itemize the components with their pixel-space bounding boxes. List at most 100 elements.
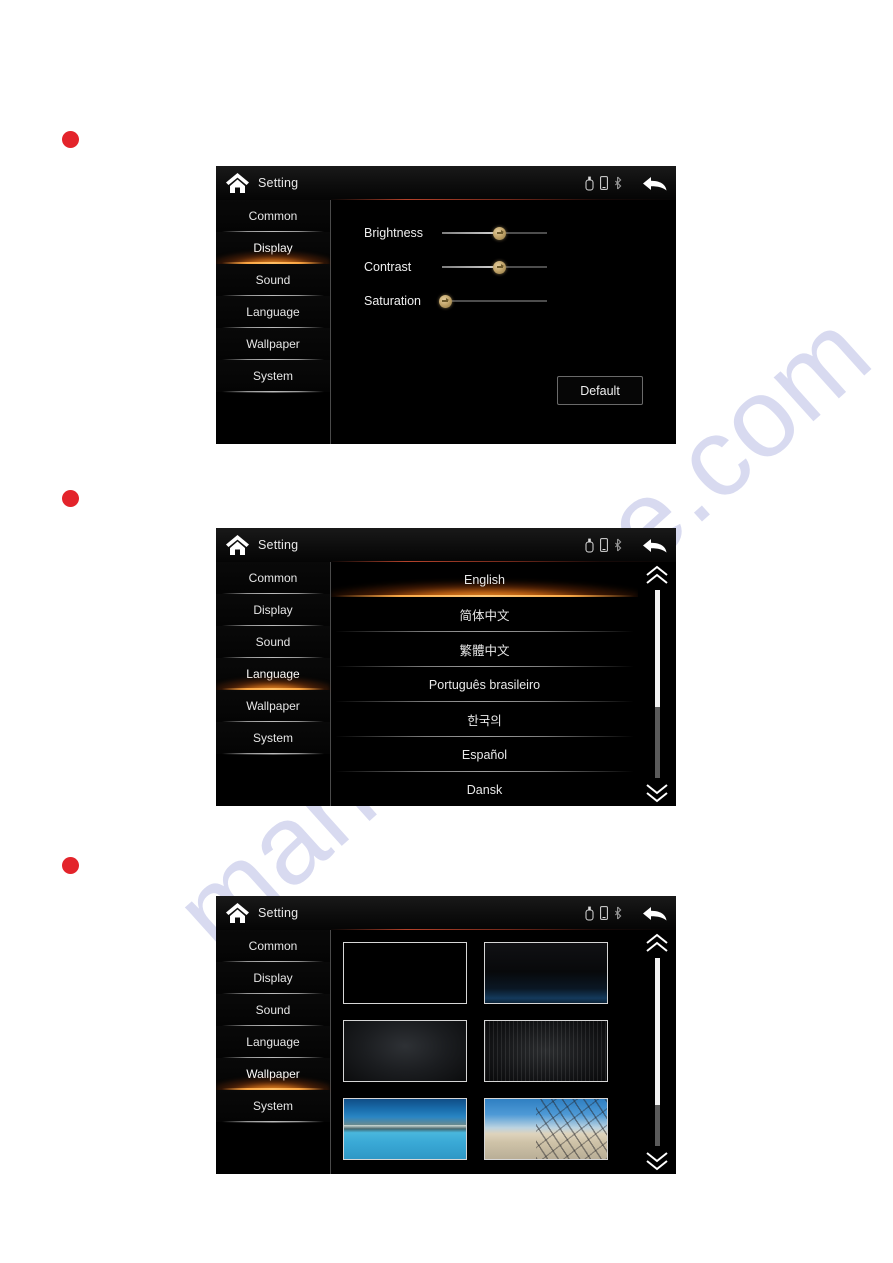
chevron-down-icon[interactable] [645, 1149, 669, 1171]
language-item-korean[interactable]: 한국의 [331, 702, 638, 737]
brightness-slider-row: Brightness [331, 216, 676, 250]
language-item-english[interactable]: English [331, 562, 638, 597]
sidebar-item-display[interactable]: Display [216, 594, 330, 626]
display-settings-content: Brightness Contrast Saturation Default [331, 200, 676, 444]
slider-fill [442, 266, 500, 268]
sidebar-item-common[interactable]: Common [216, 562, 330, 594]
language-item-portuguese[interactable]: Português brasileiro [331, 667, 638, 702]
sidebar-item-language[interactable]: Language [216, 1026, 330, 1058]
sidebar-item-label: Wallpaper [246, 699, 300, 713]
sidebar-item-label: System [252, 731, 293, 745]
settings-sidebar: Common Display Sound Language Wallpaper … [216, 200, 331, 444]
wallpaper-grid-wrap [331, 930, 676, 1174]
device-screen-wallpaper: Setting Common Display Sound Language Wa… [216, 896, 676, 1174]
page-title: Setting [258, 906, 299, 920]
sidebar-item-wallpaper[interactable]: Wallpaper [216, 690, 330, 722]
sd-card-icon [600, 176, 608, 190]
screen-body: Common Display Sound Language Wallpaper … [216, 200, 676, 444]
scrollbar-thumb[interactable] [655, 706, 660, 778]
language-label: 简体中文 [459, 609, 510, 623]
sidebar-item-label: Language [246, 305, 300, 319]
page-title: Setting [258, 538, 299, 552]
vertical-scrollbar[interactable] [655, 958, 660, 1146]
sidebar-item-common[interactable]: Common [216, 930, 330, 962]
sd-card-icon [600, 906, 608, 920]
wallpaper-thumbnail[interactable] [484, 942, 608, 1004]
saturation-slider-row: Saturation [331, 284, 676, 318]
list-bullet [62, 490, 79, 507]
language-settings-content: English 简体中文 繁體中文 Português brasileiro 한… [331, 562, 676, 806]
usb-icon [585, 906, 594, 921]
sidebar-item-sound[interactable]: Sound [216, 626, 330, 658]
wallpaper-settings-content [331, 930, 676, 1174]
sidebar-item-system[interactable]: System [216, 722, 330, 754]
language-label: 한국의 [467, 714, 502, 728]
wallpaper-thumbnail[interactable] [343, 1020, 467, 1082]
brightness-slider[interactable] [442, 224, 547, 242]
bluetooth-icon [614, 906, 622, 920]
home-icon[interactable] [225, 172, 250, 194]
wallpaper-thumbnail[interactable] [484, 1098, 608, 1160]
slider-thumb[interactable] [493, 260, 507, 274]
wallpaper-grid[interactable] [331, 930, 638, 1174]
chevron-up-icon[interactable] [645, 565, 669, 587]
home-icon[interactable] [225, 902, 250, 924]
sidebar-item-language[interactable]: Language [216, 296, 330, 328]
sidebar-item-label: Display [253, 603, 293, 617]
sidebar-divider [222, 1122, 324, 1123]
list-bullet [62, 857, 79, 874]
sidebar-item-common[interactable]: Common [216, 200, 330, 232]
sidebar-item-label: Language [246, 1035, 300, 1049]
wallpaper-thumbnail[interactable] [484, 1020, 608, 1082]
brightness-label: Brightness [364, 226, 424, 240]
back-arrow-icon[interactable] [640, 174, 668, 193]
sidebar-item-label: Sound [255, 1003, 291, 1017]
language-item-simplified-chinese[interactable]: 简体中文 [331, 597, 638, 632]
settings-sidebar: Common Display Sound Language Wallpaper … [216, 562, 331, 806]
sidebar-item-language[interactable]: Language [216, 658, 330, 690]
saturation-slider[interactable] [438, 292, 547, 310]
sidebar-item-label: Wallpaper [246, 1067, 300, 1081]
language-item-danish[interactable]: Dansk [331, 772, 638, 806]
back-arrow-icon[interactable] [640, 536, 668, 555]
home-icon[interactable] [225, 534, 250, 556]
status-icon-group [585, 906, 622, 921]
sidebar-item-label: Display [253, 241, 293, 255]
sidebar-item-display[interactable]: Display [216, 962, 330, 994]
status-icon-group [585, 538, 622, 553]
contrast-slider[interactable] [442, 258, 547, 276]
sidebar-item-sound[interactable]: Sound [216, 994, 330, 1026]
sidebar-item-system[interactable]: System [216, 1090, 330, 1122]
sidebar-item-label: System [252, 1099, 293, 1113]
list-bullet [62, 131, 79, 148]
title-bar: Setting [216, 166, 676, 201]
slider-group: Brightness Contrast Saturation [331, 200, 676, 318]
slider-thumb[interactable] [438, 294, 452, 308]
bluetooth-icon [614, 176, 622, 190]
sidebar-item-label: Language [246, 667, 300, 681]
language-item-traditional-chinese[interactable]: 繁體中文 [331, 632, 638, 667]
sidebar-item-label: Display [253, 971, 293, 985]
sd-card-icon [600, 538, 608, 552]
language-item-spanish[interactable]: Español [331, 737, 638, 772]
sidebar-item-wallpaper[interactable]: Wallpaper [216, 1058, 330, 1090]
vertical-scrollbar[interactable] [655, 590, 660, 778]
back-arrow-icon[interactable] [640, 904, 668, 923]
sidebar-item-sound[interactable]: Sound [216, 264, 330, 296]
sidebar-item-label: System [252, 369, 293, 383]
default-button[interactable]: Default [557, 376, 643, 405]
sidebar-item-system[interactable]: System [216, 360, 330, 392]
wallpaper-thumbnail[interactable] [343, 1098, 467, 1160]
slider-track [442, 300, 547, 302]
language-list-wrap: English 简体中文 繁體中文 Português brasileiro 한… [331, 562, 676, 806]
sidebar-item-display[interactable]: Display [216, 232, 330, 264]
scrollbar-thumb[interactable] [655, 1104, 660, 1146]
chevron-down-icon[interactable] [645, 781, 669, 803]
sidebar-item-wallpaper[interactable]: Wallpaper [216, 328, 330, 360]
slider-thumb[interactable] [493, 226, 507, 240]
language-list[interactable]: English 简体中文 繁體中文 Português brasileiro 한… [331, 562, 638, 806]
usb-icon [585, 176, 594, 191]
wallpaper-thumbnail[interactable] [343, 942, 467, 1004]
usb-icon [585, 538, 594, 553]
chevron-up-icon[interactable] [645, 933, 669, 955]
